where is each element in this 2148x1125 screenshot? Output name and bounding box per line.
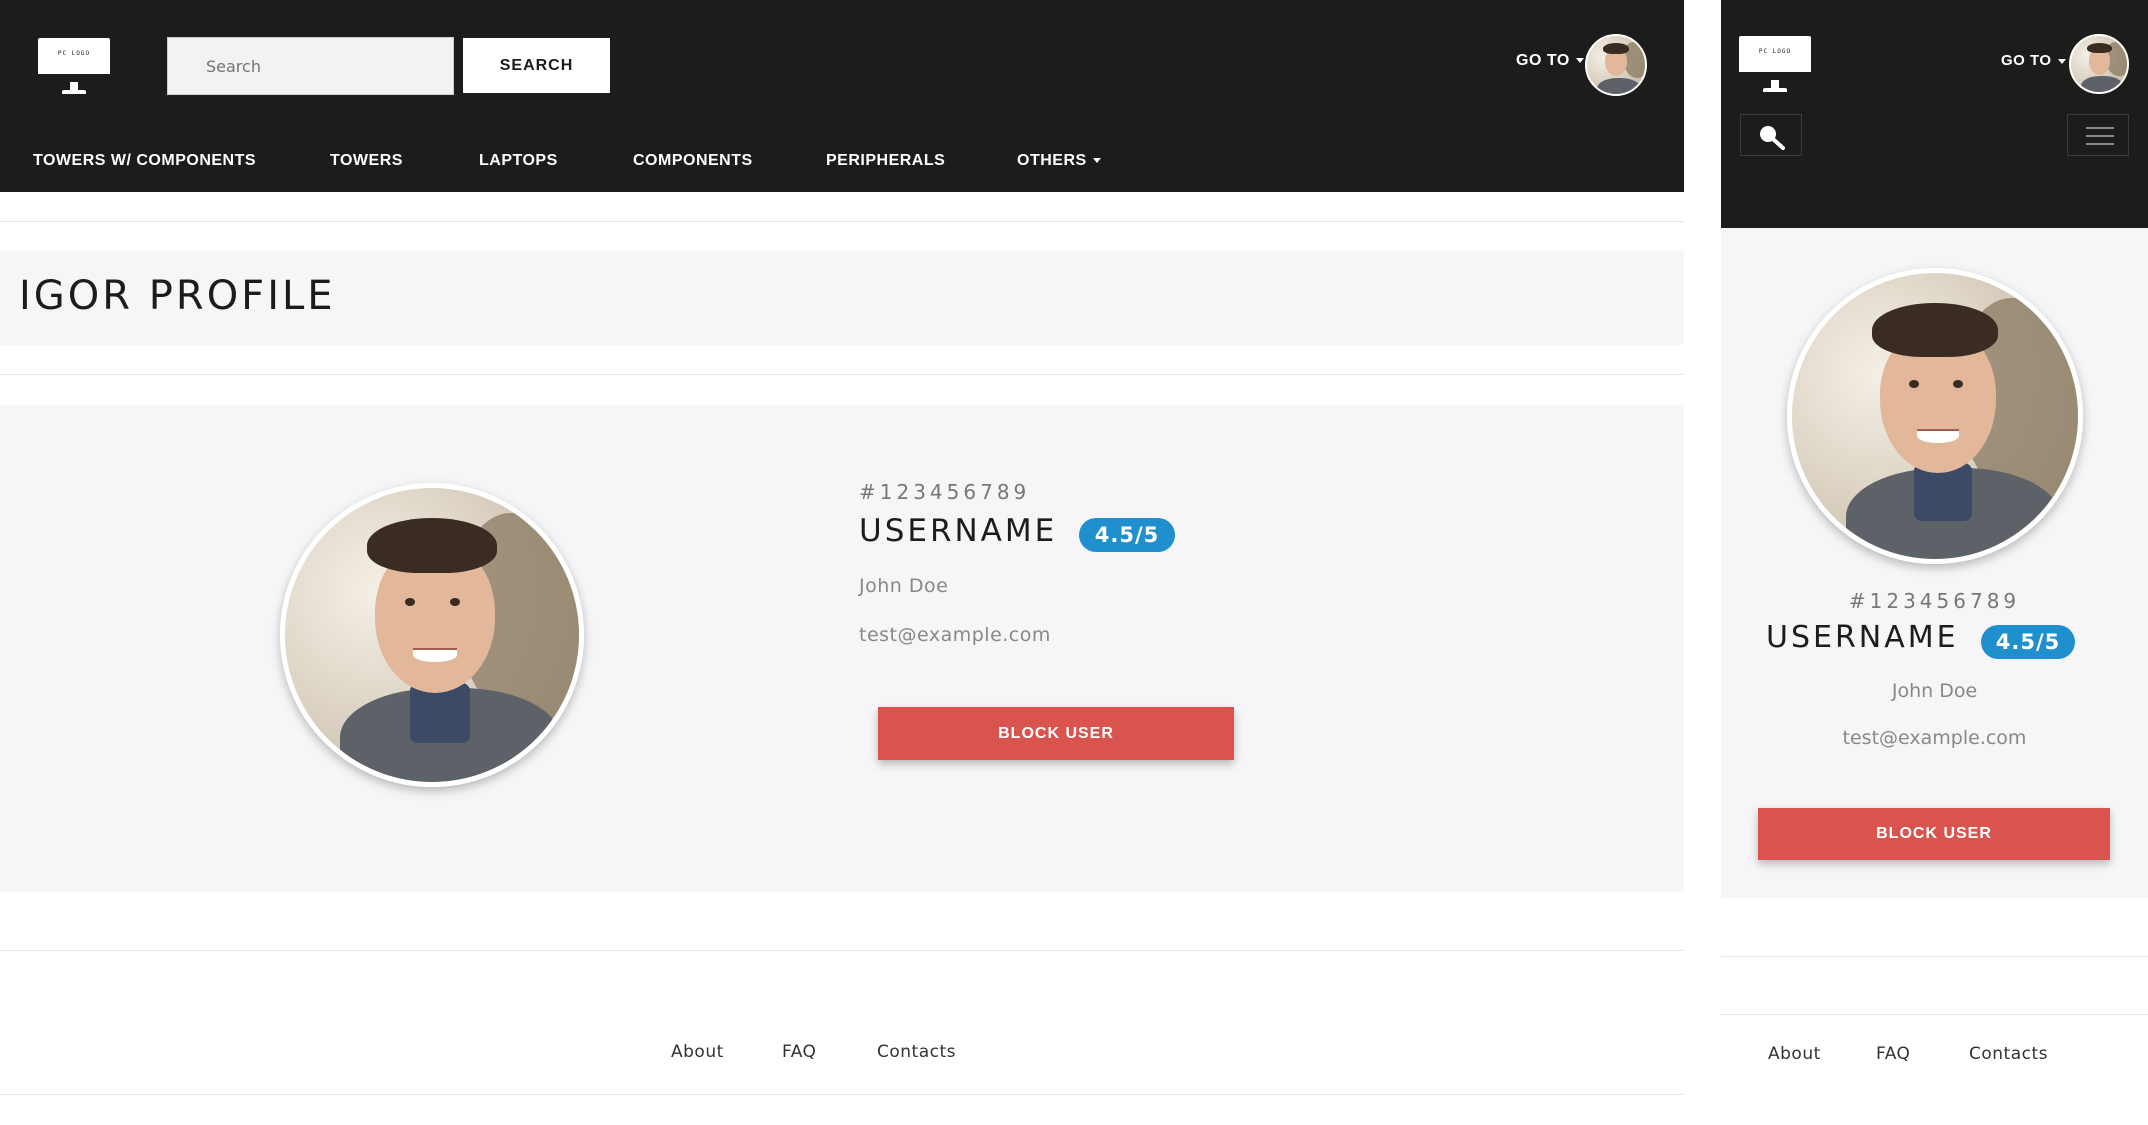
page-title: IGOR PROFILE — [19, 273, 336, 319]
profile-avatar — [1787, 268, 2083, 564]
nav-item-towers[interactable]: TOWERS — [330, 152, 403, 170]
goto-label: GO TO — [1516, 52, 1570, 69]
nav-item-others-label: OTHERS — [1017, 152, 1087, 169]
search-toggle-button[interactable] — [1740, 114, 1802, 156]
search-icon — [1757, 123, 1785, 150]
user-fullname: John Doe — [859, 575, 949, 597]
chevron-down-icon — [1575, 58, 1584, 64]
divider — [0, 950, 1684, 951]
divider — [1721, 956, 2148, 957]
search-input[interactable] — [167, 37, 454, 95]
page-title-bar: IGOR PROFILE — [0, 251, 1684, 345]
footer-link-faq[interactable]: FAQ — [782, 1042, 816, 1062]
mobile-header: PC LOGO GO TO — [1721, 0, 2148, 228]
logo-text: PC LOGO — [1758, 48, 1792, 56]
mobile-view: PC LOGO GO TO #123456789 USERNAME 4.5/5 … — [1721, 0, 2148, 1125]
footer-link-about[interactable]: About — [671, 1042, 724, 1062]
divider — [0, 374, 1684, 375]
desktop-view: PC LOGO SEARCH GO TO TOWERS W/ COMPONENT… — [0, 0, 1684, 1125]
user-id: #123456789 — [859, 480, 1031, 504]
rating-badge: 4.5/5 — [1981, 625, 2075, 659]
nav-item-others[interactable]: OTHERS — [1017, 152, 1101, 170]
profile-avatar — [280, 483, 584, 787]
chevron-down-icon — [1092, 158, 1101, 164]
footer-link-about[interactable]: About — [1768, 1044, 1821, 1064]
chevron-down-icon — [2057, 58, 2066, 64]
footer-link-faq[interactable]: FAQ — [1876, 1044, 1910, 1064]
desktop-header: PC LOGO SEARCH GO TO TOWERS W/ COMPONENT… — [0, 0, 1684, 192]
footer-link-contacts[interactable]: Contacts — [1969, 1044, 2048, 1064]
footer-link-contacts[interactable]: Contacts — [877, 1042, 956, 1062]
goto-dropdown[interactable]: GO TO — [1516, 52, 1584, 70]
hamburger-icon — [2086, 126, 2114, 150]
header-avatar[interactable] — [1585, 34, 1647, 96]
profile-panel: #123456789 USERNAME 4.5/5 John Doe test@… — [0, 405, 1684, 892]
nav-item-laptops[interactable]: LAPTOPS — [479, 152, 558, 170]
username: USERNAME — [859, 513, 1058, 549]
username: USERNAME — [1766, 620, 1959, 655]
site-logo[interactable]: PC LOGO — [38, 38, 110, 98]
header-avatar[interactable] — [2069, 34, 2129, 94]
rating-badge: 4.5/5 — [1079, 518, 1175, 552]
user-email: test@example.com — [859, 624, 1051, 646]
mobile-profile-panel: #123456789 USERNAME 4.5/5 John Doe test@… — [1721, 228, 2148, 898]
user-id: #123456789 — [1848, 589, 2021, 613]
divider — [0, 1094, 1684, 1095]
block-user-button[interactable]: BLOCK USER — [878, 707, 1234, 760]
menu-toggle-button[interactable] — [2067, 114, 2129, 156]
block-user-button[interactable]: BLOCK USER — [1758, 808, 2110, 860]
nav-item-towers-components[interactable]: TOWERS W/ COMPONENTS — [33, 152, 256, 170]
search-button[interactable]: SEARCH — [463, 38, 610, 93]
goto-dropdown[interactable]: GO TO — [2001, 52, 2066, 69]
divider — [1721, 1014, 2148, 1015]
nav-item-components[interactable]: COMPONENTS — [633, 152, 753, 170]
goto-label: GO TO — [2001, 52, 2052, 69]
site-logo[interactable]: PC LOGO — [1739, 36, 1811, 96]
nav-item-peripherals[interactable]: PERIPHERALS — [826, 152, 945, 170]
user-fullname: John Doe — [1891, 680, 1978, 702]
divider — [0, 221, 1684, 222]
logo-text: PC LOGO — [57, 50, 91, 58]
user-email: test@example.com — [1842, 727, 2027, 749]
